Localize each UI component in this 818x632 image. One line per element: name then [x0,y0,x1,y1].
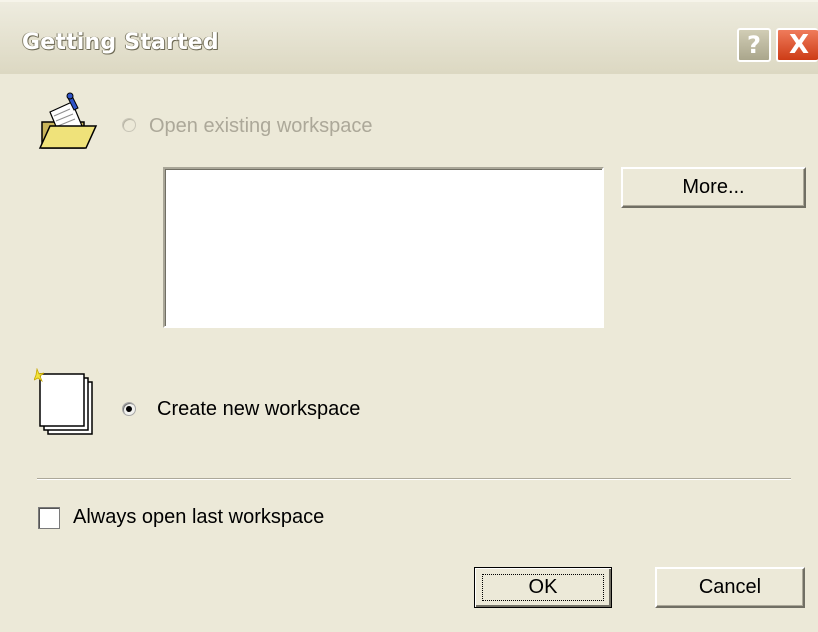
close-icon: X [788,30,810,60]
more-button-label: More... [682,176,745,198]
always-open-last-checkbox[interactable] [38,507,60,529]
always-open-last-label: Always open last workspace [73,506,325,528]
new-workspace-icon [34,368,93,435]
title-bar: Getting Started ? X [0,0,818,74]
open-existing-label: Open existing workspace [149,115,373,137]
dialog-title: Getting Started [22,30,219,55]
ok-button-label: OK [481,574,605,601]
create-new-label: Create new workspace [157,398,361,420]
open-existing-radio[interactable] [122,118,136,132]
ok-button[interactable]: OK [474,567,612,608]
close-button[interactable]: X [776,28,818,62]
open-folder-icon [38,92,98,149]
recent-workspaces-list[interactable] [163,167,604,328]
more-button[interactable]: More... [621,167,806,208]
help-icon: ? [747,31,761,59]
create-new-radio[interactable] [122,402,136,416]
cancel-button[interactable]: Cancel [655,567,805,608]
separator [37,478,791,480]
cancel-button-label: Cancel [698,576,762,598]
help-button[interactable]: ? [737,28,771,62]
